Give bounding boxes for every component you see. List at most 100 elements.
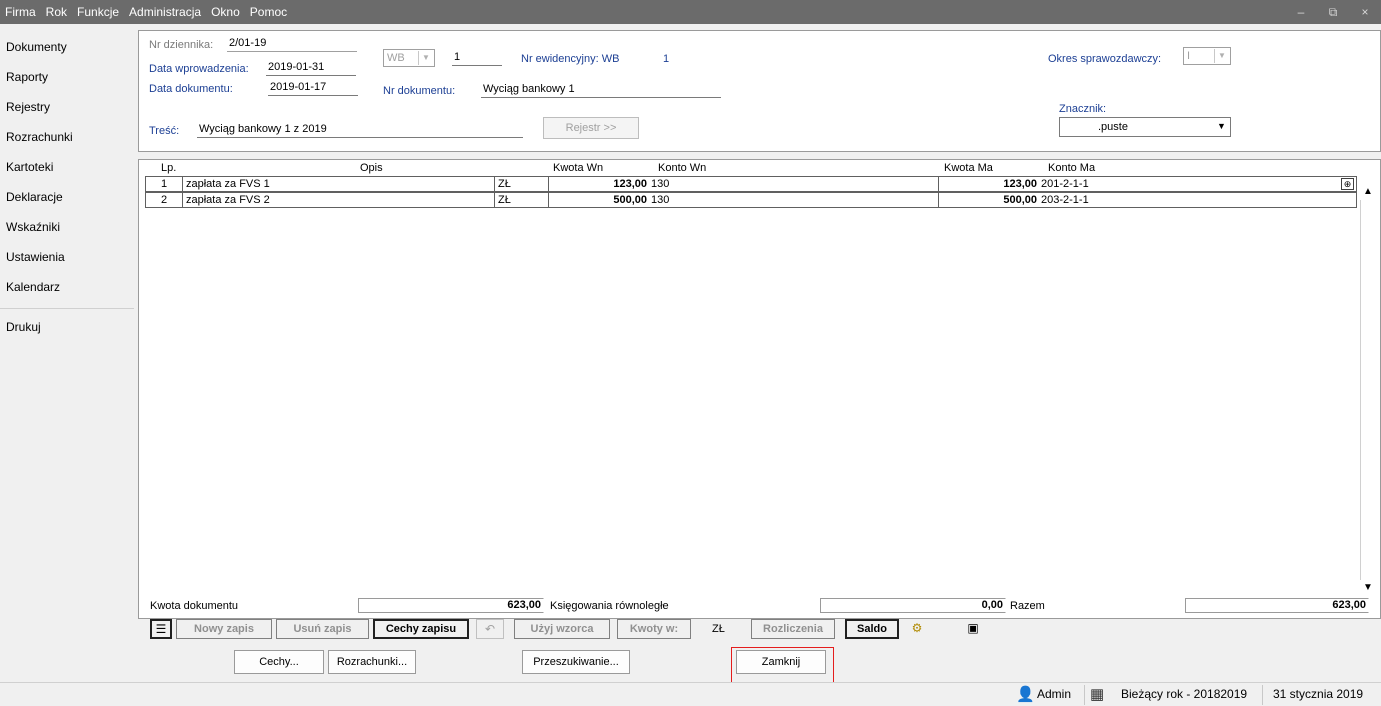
menu-firma[interactable]: Firma [0,5,41,19]
column-lp[interactable]: Lp. [161,162,176,174]
zamknij-highlight [731,647,834,687]
nr-dziennika-label: Nr dziennika: [149,39,214,51]
znacznik-label: Znacznik: [1059,103,1107,115]
sidebar-item-raporty[interactable]: Raporty [6,70,48,84]
cell-waluta: ZŁ [498,194,511,206]
rozliczenia-button[interactable]: Rozliczenia [751,619,835,639]
cell-kwota-wn: 500,00 [613,194,647,206]
okres-sprawozdawczy-combo[interactable]: I ▼ [1183,47,1231,65]
table-row[interactable]: 1 zapłata za FVS 1 ZŁ 123,00 130 123,00 … [145,176,1357,192]
calendar-icon: ▦ [1090,686,1105,703]
restore-icon[interactable]: ⧉ [1317,5,1349,20]
menu-funkcje[interactable]: Funkcje [72,5,124,19]
sidebar-item-wskazniki[interactable]: Wskaźniki [6,220,60,234]
tresc-label: Treść: [149,125,180,137]
status-rok: Bieżący rok - 20182019 [1121,687,1248,701]
document-header: Nr dziennika: 2/01-19 Data wprowadzenia:… [138,30,1381,152]
sidebar-item-deklaracje[interactable]: Deklaracje [6,190,63,204]
razem-label: Razem [1010,600,1045,612]
znacznik-value: .puste [1098,121,1128,133]
column-opis[interactable]: Opis [360,162,383,174]
sidebar-item-kartoteki[interactable]: Kartoteki [6,160,53,174]
tresc-field[interactable]: Wyciąg bankowy 1 z 2019 [197,123,523,138]
cell-kwota-ma: 123,00 [1003,178,1037,190]
entries-grid: Lp. Opis Kwota Wn Konto Wn Kwota Ma Kont… [138,159,1381,619]
kwoty-w-button[interactable]: Kwoty w: [617,619,691,639]
user-icon: 👤 [1016,686,1035,703]
razem-value: 623,00 [1185,598,1369,613]
chevron-down-icon: ▼ [1217,121,1226,131]
cell-opis: zapłata za FVS 2 [186,194,270,206]
scroll-down-icon[interactable]: ▼ [1360,580,1376,596]
sidebar-item-rejestry[interactable]: Rejestry [6,100,50,114]
close-icon[interactable]: × [1349,5,1381,20]
status-user: Admin [1037,687,1072,701]
menu-lines-icon[interactable]: ☰ [150,619,172,639]
typ-dokumentu-combo: WB ▼ [383,49,435,67]
typ-numer-field[interactable]: 1 [452,51,502,66]
nr-dokumentu-field[interactable]: Wyciąg bankowy 1 [481,83,721,98]
menu-bar: Firma Rok Funkcje Administracja Okno Pom… [0,0,1381,24]
data-wprowadzenia-field[interactable]: 2019-01-31 [266,61,356,76]
menu-pomoc[interactable]: Pomoc [245,5,292,19]
cell-waluta: ZŁ [498,178,511,190]
uzyj-wzorca-button[interactable]: Użyj wzorca [514,619,610,639]
kwota-dokumentu-value: 623,00 [358,598,544,613]
nr-dziennika-field: 2/01-19 [227,37,357,52]
column-kwota-wn[interactable]: Kwota Wn [553,162,603,174]
save-icon[interactable]: ▣ [962,619,984,639]
column-konto-ma[interactable]: Konto Ma [1048,162,1095,174]
znacznik-combo[interactable]: .puste ▼ [1059,117,1231,137]
sidebar-divider [0,308,134,309]
cell-konto-ma: 203-2-1-1 [1041,194,1089,206]
sidebar: Dokumenty Raporty Rejestry Rozrachunki K… [0,24,134,682]
sidebar-item-rozrachunki[interactable]: Rozrachunki [6,130,73,144]
cechy-zapisu-button[interactable]: Cechy zapisu [373,619,469,639]
undo-icon[interactable]: ↶ [476,619,504,639]
account-picker-icon[interactable]: ⊕ [1341,178,1354,190]
menu-administracja[interactable]: Administracja [124,5,206,19]
sidebar-item-kalendarz[interactable]: Kalendarz [6,280,60,294]
cell-kwota-ma: 500,00 [1003,194,1037,206]
cell-konto-ma: 201-2-1-1 [1041,178,1089,190]
scrollbar[interactable] [1360,200,1376,580]
saldo-button[interactable]: Saldo [845,619,899,639]
minimize-icon[interactable]: – [1285,5,1317,20]
sidebar-item-dokumenty[interactable]: Dokumenty [6,40,67,54]
grid-header: Lp. Opis Kwota Wn Konto Wn Kwota Ma Kont… [139,160,1380,176]
rozrachunki-button[interactable]: Rozrachunki... [328,650,416,674]
sidebar-item-ustawienia[interactable]: Ustawienia [6,250,65,264]
status-divider [1084,685,1085,705]
cell-konto-wn: 130 [651,194,670,206]
scroll-up-icon[interactable]: ▲ [1360,184,1376,200]
nr-dokumentu-label: Nr dokumentu: [383,85,456,97]
cell-konto-wn: 130 [651,178,670,190]
cell-opis: zapłata za FVS 1 [186,178,270,190]
status-divider [1262,685,1263,705]
data-dokumentu-field[interactable]: 2019-01-17 [268,81,358,96]
nowy-zapis-button[interactable]: Nowy zapis [176,619,272,639]
cechy-button[interactable]: Cechy... [234,650,324,674]
cell-lp: 1 [161,178,168,190]
okres-sprawozdawczy-value: I [1187,50,1191,62]
data-dokumentu-label: Data dokumentu: [149,83,233,95]
document-editor: Nr dziennika: 2/01-19 Data wprowadzenia:… [138,30,1381,687]
rejestr-button[interactable]: Rejestr >> [543,117,639,139]
chevron-down-icon: ▼ [418,51,433,65]
menu-rok[interactable]: Rok [41,5,72,19]
table-row[interactable]: 2 zapłata za FVS 2 ZŁ 500,00 130 500,00 … [145,192,1357,208]
typ-dokumentu-value: WB [387,52,405,64]
status-data: 31 stycznia 2019 [1273,687,1364,701]
settings-gear-icon[interactable]: ⚙ [906,619,928,639]
sidebar-item-drukuj[interactable]: Drukuj [6,320,41,334]
column-kwota-ma[interactable]: Kwota Ma [944,162,993,174]
window-controls: – ⧉ × [1285,5,1381,20]
cell-lp: 2 [161,194,168,206]
usun-zapis-button[interactable]: Usuń zapis [276,619,369,639]
menu-okno[interactable]: Okno [206,5,245,19]
ksiegowania-value: 0,00 [820,598,1006,613]
przeszukiwanie-button[interactable]: Przeszukiwanie... [522,650,630,674]
column-konto-wn[interactable]: Konto Wn [658,162,706,174]
kwota-dokumentu-label: Kwota dokumentu [150,600,239,612]
nr-ewidencyjny-value: 1 [663,53,670,65]
